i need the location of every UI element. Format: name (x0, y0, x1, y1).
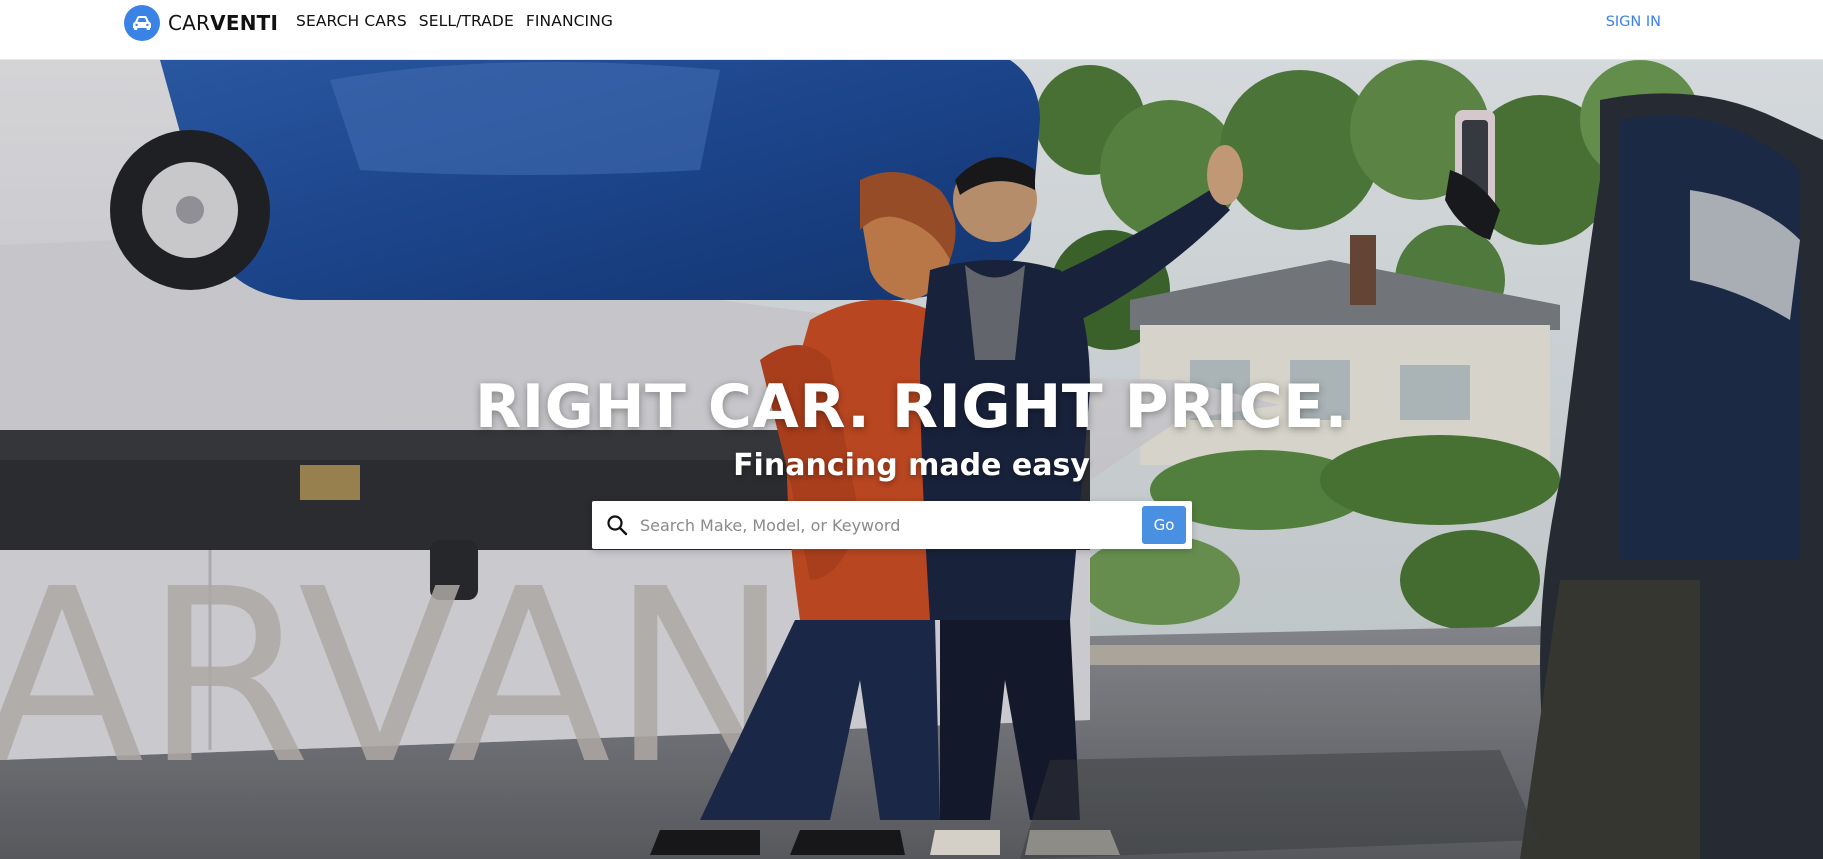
search-icon (607, 515, 628, 536)
hero-headline: RIGHT CAR. RIGHT PRICE. (475, 372, 1348, 442)
sign-in-link[interactable]: SIGN IN (1606, 14, 1661, 30)
go-button[interactable]: Go (1142, 506, 1186, 544)
search-bar: Go (592, 501, 1192, 549)
nav-financing[interactable]: FINANCING (526, 12, 613, 30)
hero-section: ARVAN RIGHT CAR. RIGHT PRICE. Financing … (0, 60, 1823, 859)
nav-search-cars[interactable]: SEARCH CARS (296, 12, 407, 30)
hero-subheadline: Financing made easy (733, 448, 1090, 483)
logo-link[interactable]: CARVENTI (124, 4, 278, 42)
site-header: CARVENTI SEARCH CARS SELL/TRADE FINANCIN… (0, 0, 1823, 60)
logo-text-light: CAR (168, 11, 211, 35)
logo-wordmark: CARVENTI (168, 11, 278, 35)
nav-sell-trade[interactable]: SELL/TRADE (419, 12, 514, 30)
car-icon (124, 5, 160, 41)
logo-text-bold: VENTI (210, 11, 279, 35)
search-input[interactable] (638, 507, 1118, 543)
main-nav: SEARCH CARS SELL/TRADE FINANCING (296, 12, 613, 30)
